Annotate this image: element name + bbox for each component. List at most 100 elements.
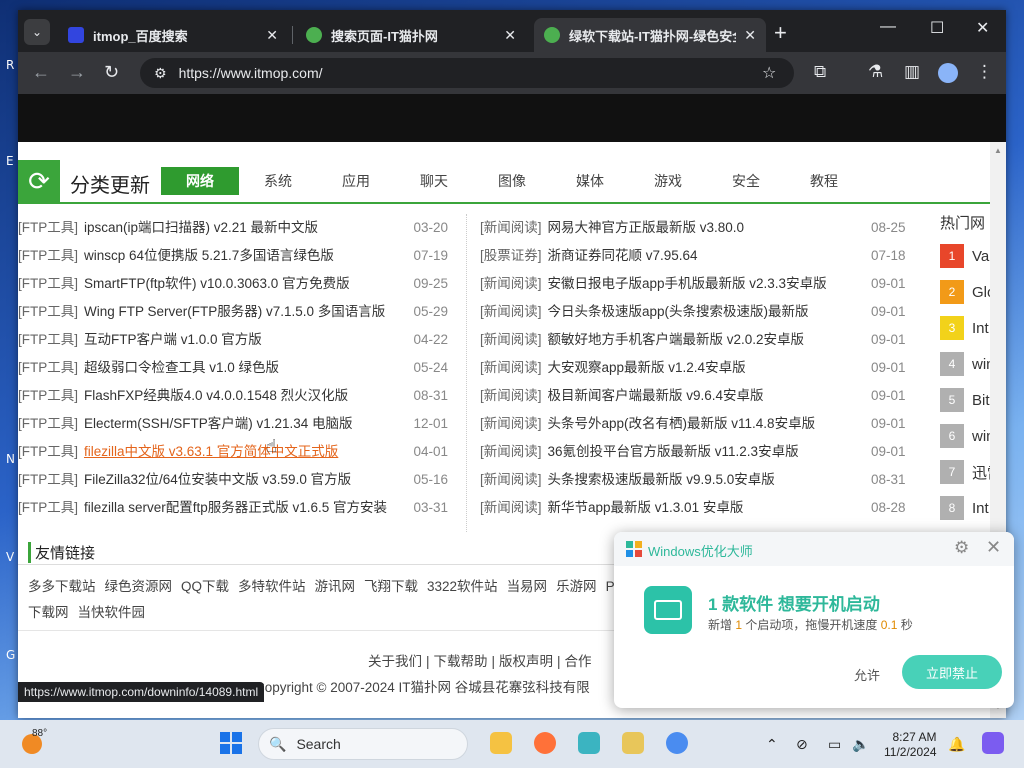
list-item-category[interactable]: [FTP工具] (18, 466, 78, 494)
list-item[interactable]: [FTP工具] SmartFTP(ftp软件) v10.0.3063.0 官方免费… (18, 270, 454, 298)
list-item[interactable]: [FTP工具] ipscan(ip端口扫描器) v2.21 最新中文版 03-20 (18, 214, 454, 242)
list-item-title[interactable]: SmartFTP(ftp软件) v10.0.3063.0 官方免费版 (84, 270, 408, 298)
tab-itmop-search[interactable]: 搜索页面-IT猫扑网 ✕ (296, 18, 526, 52)
close-tab-icon[interactable]: ✕ (744, 27, 756, 44)
hot-list-item[interactable]: 4 win (940, 350, 990, 378)
list-item[interactable]: [新闻阅读] 网易大神官方正版最新版 v3.80.0 08-25 (480, 214, 914, 242)
desktop-icon-label[interactable]: E (6, 154, 14, 168)
recycle-bin-icon[interactable] (578, 732, 600, 754)
friend-link[interactable]: 当快软件园 (78, 605, 146, 620)
list-item[interactable]: [新闻阅读] 头条号外app(改名有栖)最新版 v11.4.8安卓版 09-01 (480, 410, 914, 438)
notification-bell-icon[interactable]: 🔔 (948, 736, 965, 753)
category-tab-system[interactable]: 系统 (239, 167, 317, 195)
friend-link[interactable]: 绿色资源网 (105, 579, 173, 594)
list-item-title[interactable]: FileZilla32位/64位安装中文版 v3.59.0 官方版 (84, 466, 408, 494)
friend-link[interactable]: QQ下载 (181, 579, 229, 594)
hot-list-item[interactable]: 1 Va (940, 242, 989, 270)
list-item-category[interactable]: [新闻阅读] (480, 214, 542, 242)
list-item-category[interactable]: [FTP工具] (18, 438, 78, 466)
tab-itmop-home[interactable]: 绿软下载站-IT猫扑网-绿色安全 ✕ (534, 18, 766, 52)
category-tab-network[interactable]: 网络 (161, 167, 239, 195)
block-now-button[interactable]: 立即禁止 (902, 655, 1002, 689)
hot-list-item[interactable]: 5 Bit (940, 386, 990, 414)
labs-flask-icon[interactable]: ⚗ (868, 62, 883, 82)
hot-item-title[interactable]: 迅雷 (972, 462, 990, 483)
list-item-category[interactable]: [新闻阅读] (480, 382, 542, 410)
friend-link[interactable]: 当易网 (507, 579, 548, 594)
list-item-category[interactable]: [新闻阅读] (480, 494, 542, 522)
extensions-puzzle-icon[interactable]: ⧉ (814, 62, 826, 82)
category-tab-tutorials[interactable]: 教程 (785, 167, 863, 195)
taskbar-clock[interactable]: 8:27 AM 11/2/2024 (884, 730, 937, 760)
hot-item-title[interactable]: Bit (972, 392, 990, 409)
list-item[interactable]: [新闻阅读] 36氪创投平台官方版最新版 v11.2.3安卓版 09-01 (480, 438, 914, 466)
list-item[interactable]: [FTP工具] Wing FTP Server(FTP服务器) v7.1.5.0 … (18, 298, 454, 326)
list-item[interactable]: [FTP工具] filezilla中文版 v3.63.1 官方简体中文正式版 04-… (18, 438, 454, 466)
friend-link[interactable]: 游讯网 (315, 579, 356, 594)
list-item[interactable]: [新闻阅读] 头条搜索极速版最新版 v9.9.5.0安卓版 08-31 (480, 466, 914, 494)
list-item[interactable]: [FTP工具] filezilla server配置ftp服务器正式版 v1.6.… (18, 494, 454, 522)
list-item-title[interactable]: 今日头条极速版app(头条搜索极速版)最新版 (548, 298, 866, 326)
category-tab-image[interactable]: 图像 (473, 167, 551, 195)
more-menu-icon[interactable]: ⋮ (976, 62, 993, 82)
list-item-category[interactable]: [新闻阅读] (480, 298, 542, 326)
copilot-icon[interactable] (982, 732, 1004, 754)
notepad-icon[interactable] (622, 732, 644, 754)
list-item-title[interactable]: 极目新闻客户端最新版 v9.6.4安卓版 (548, 382, 866, 410)
list-item-category[interactable]: [新闻阅读] (480, 270, 542, 298)
list-item-category[interactable]: [新闻阅读] (480, 326, 542, 354)
category-tab-chat[interactable]: 聊天 (395, 167, 473, 195)
tab-search-button[interactable]: ⌄ (24, 19, 50, 45)
friend-link[interactable]: 多多下载站 (28, 579, 96, 594)
list-item[interactable]: [FTP工具] 互动FTP客户端 v1.0.0 官方版 04-22 (18, 326, 454, 354)
friend-link[interactable]: 多特软件站 (238, 579, 306, 594)
address-bar[interactable]: ⚙ https://www.itmop.com/ (140, 58, 794, 88)
list-item-title[interactable]: Wing FTP Server(FTP服务器) v7.1.5.0 多国语言版 (84, 298, 408, 326)
hot-list-item[interactable]: 7 迅雷 (940, 458, 990, 486)
settings-gear-icon[interactable]: ⚙ (954, 538, 969, 558)
profile-avatar-icon[interactable] (938, 63, 958, 83)
footer-link[interactable]: 版权声明 (499, 654, 553, 669)
list-item-title[interactable]: 额敏好地方手机客户端最新版 v2.0.2安卓版 (548, 326, 866, 354)
list-item-category[interactable]: [新闻阅读] (480, 438, 542, 466)
friend-link[interactable]: 乐游网 (556, 579, 597, 594)
list-item[interactable]: [新闻阅读] 今日头条极速版app(头条搜索极速版)最新版 09-01 (480, 298, 914, 326)
list-item-category[interactable]: [FTP工具] (18, 242, 78, 270)
list-item-title[interactable]: Electerm(SSH/SFTP客户端) v1.21.34 电脑版 (84, 410, 408, 438)
list-item-title[interactable]: 新华节app最新版 v1.3.01 安卓版 (548, 494, 866, 522)
hot-list-item[interactable]: 6 win (940, 422, 990, 450)
category-tab-security[interactable]: 安全 (707, 167, 785, 195)
chrome-icon[interactable] (666, 732, 688, 754)
category-tab-media[interactable]: 媒体 (551, 167, 629, 195)
list-item-category[interactable]: [FTP工具] (18, 410, 78, 438)
list-item-category[interactable]: [FTP工具] (18, 354, 78, 382)
desktop-icon-label[interactable]: G (6, 648, 15, 662)
friend-link[interactable]: 3322软件站 (427, 579, 498, 594)
side-panel-icon[interactable]: ▥ (904, 62, 920, 82)
list-item[interactable]: [新闻阅读] 大安观察app最新版 v1.2.4安卓版 09-01 (480, 354, 914, 382)
desktop-icon-label[interactable]: R (6, 58, 14, 72)
start-windows-icon[interactable] (220, 732, 242, 754)
list-item-category[interactable]: [新闻阅读] (480, 410, 542, 438)
list-item-category[interactable]: [新闻阅读] (480, 466, 542, 494)
close-window-icon[interactable]: ✕ (976, 18, 989, 38)
list-item-title[interactable]: winscp 64位便携版 5.21.7多国语言绿色版 (84, 242, 408, 270)
list-item-title[interactable]: filezilla中文版 v3.63.1 官方简体中文正式版 (84, 438, 408, 466)
hot-item-title[interactable]: Int (972, 500, 989, 517)
hot-item-title[interactable]: Int (972, 320, 989, 337)
list-item-title[interactable]: 网易大神官方正版最新版 v3.80.0 (548, 214, 866, 242)
maximize-icon[interactable]: ☐ (930, 18, 944, 38)
list-item[interactable]: [股票证券] 浙商证券同花顺 v7.95.64 07-18 (480, 242, 914, 270)
hot-item-title[interactable]: win (972, 428, 990, 445)
tray-display-icon[interactable]: ▭ (828, 736, 841, 753)
site-settings-icon[interactable]: ⚙ (154, 65, 167, 82)
back-arrow-icon[interactable]: ← (32, 62, 50, 83)
list-item[interactable]: [FTP工具] winscp 64位便携版 5.21.7多国语言绿色版 07-19 (18, 242, 454, 270)
list-item[interactable]: [FTP工具] Electerm(SSH/SFTP客户端) v1.21.34 电脑… (18, 410, 454, 438)
list-item-title[interactable]: ipscan(ip端口扫描器) v2.21 最新中文版 (84, 214, 408, 242)
hot-list-item[interactable]: 2 Glo (940, 278, 990, 306)
friend-link[interactable]: 飞翔下载 (364, 579, 418, 594)
list-item[interactable]: [FTP工具] FileZilla32位/64位安装中文版 v3.59.0 官方版… (18, 466, 454, 494)
forward-arrow-icon[interactable]: → (68, 62, 86, 83)
footer-link[interactable]: 关于我们 (368, 654, 422, 669)
